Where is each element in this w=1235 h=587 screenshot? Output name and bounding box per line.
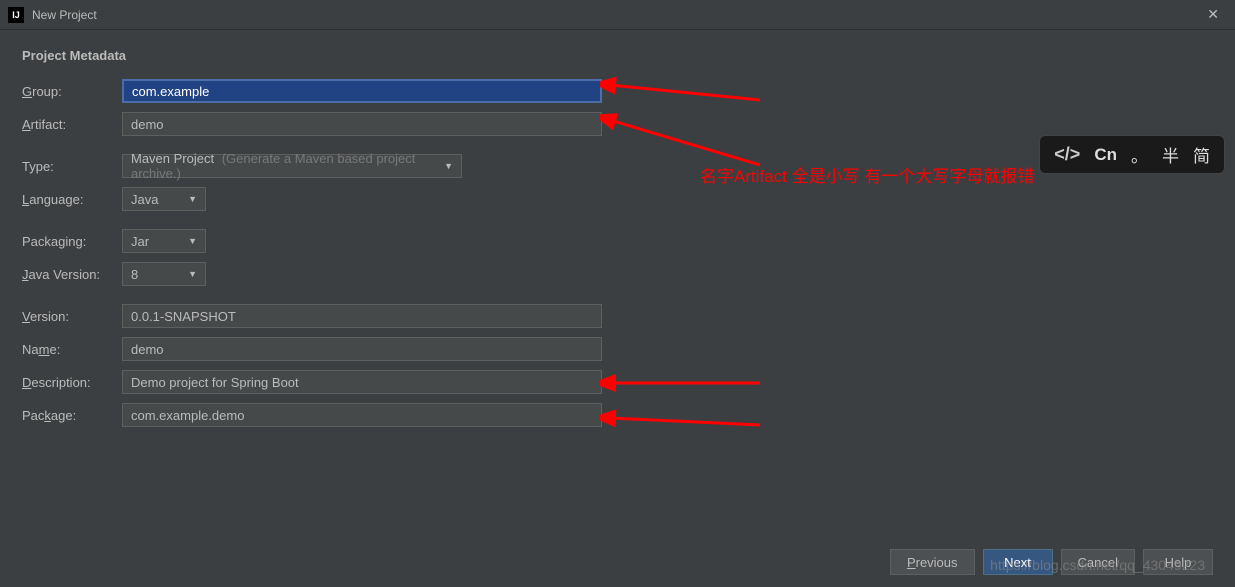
- code-icon: </>: [1054, 144, 1080, 165]
- help-button[interactable]: Help: [1143, 549, 1213, 575]
- label-language: Language:: [22, 192, 122, 207]
- chevron-down-icon: ▼: [188, 269, 197, 279]
- row-description: Description:: [22, 370, 1213, 394]
- type-value: Maven Project: [131, 151, 214, 166]
- ime-badge: </> Cn 。 半 简: [1039, 135, 1225, 174]
- ime-half: 半: [1162, 142, 1179, 167]
- row-version: Version:: [22, 304, 1213, 328]
- chevron-down-icon: ▼: [188, 236, 197, 246]
- app-icon-text: IJ: [12, 10, 20, 20]
- label-java-version: Java Version:: [22, 267, 122, 282]
- label-name: Name:: [22, 342, 122, 357]
- label-description: Description:: [22, 375, 122, 390]
- next-button[interactable]: Next: [983, 549, 1053, 575]
- java-version-value: 8: [131, 267, 138, 282]
- previous-button[interactable]: Previous: [890, 549, 975, 575]
- java-version-dropdown[interactable]: 8 ▼: [122, 262, 206, 286]
- row-packaging: Packaging: Jar ▼: [22, 229, 1213, 253]
- version-input[interactable]: [122, 304, 602, 328]
- language-dropdown[interactable]: Java ▼: [122, 187, 206, 211]
- label-packaging: Packaging:: [22, 234, 122, 249]
- section-title: Project Metadata: [22, 48, 1213, 63]
- close-icon[interactable]: ✕: [1199, 2, 1227, 27]
- description-input[interactable]: [122, 370, 602, 394]
- row-package: Package:: [22, 403, 1213, 427]
- artifact-input[interactable]: [122, 112, 602, 136]
- packaging-dropdown[interactable]: Jar ▼: [122, 229, 206, 253]
- row-artifact: Artifact:: [22, 112, 1213, 136]
- language-value: Java: [131, 192, 158, 207]
- name-input[interactable]: [122, 337, 602, 361]
- button-bar: Previous Next Cancel Help: [890, 549, 1213, 575]
- chevron-down-icon: ▼: [444, 161, 453, 171]
- row-java-version: Java Version: 8 ▼: [22, 262, 1213, 286]
- label-type: Type:: [22, 159, 122, 174]
- row-name: Name:: [22, 337, 1213, 361]
- type-dropdown[interactable]: Maven Project (Generate a Maven based pr…: [122, 154, 462, 178]
- label-group: Group:: [22, 84, 122, 99]
- label-version: Version:: [22, 309, 122, 324]
- ime-cn: Cn: [1094, 145, 1117, 165]
- ime-simple: 简: [1193, 142, 1210, 167]
- cancel-button[interactable]: Cancel: [1061, 549, 1135, 575]
- app-icon: IJ: [8, 7, 24, 23]
- row-group: Group:: [22, 79, 1213, 103]
- package-input[interactable]: [122, 403, 602, 427]
- chevron-down-icon: ▼: [188, 194, 197, 204]
- content-area: Project Metadata Group: Artifact: Type: …: [0, 30, 1235, 454]
- titlebar: IJ New Project ✕: [0, 0, 1235, 30]
- annotation-text: 名字Artifact 全是小写 有一个大写字母就报错: [700, 162, 1034, 187]
- packaging-value: Jar: [131, 234, 149, 249]
- ime-dot: 。: [1131, 142, 1148, 167]
- row-language: Language: Java ▼: [22, 187, 1213, 211]
- label-artifact: Artifact:: [22, 117, 122, 132]
- group-input[interactable]: [122, 79, 602, 103]
- label-package: Package:: [22, 408, 122, 423]
- window-title: New Project: [32, 8, 1199, 22]
